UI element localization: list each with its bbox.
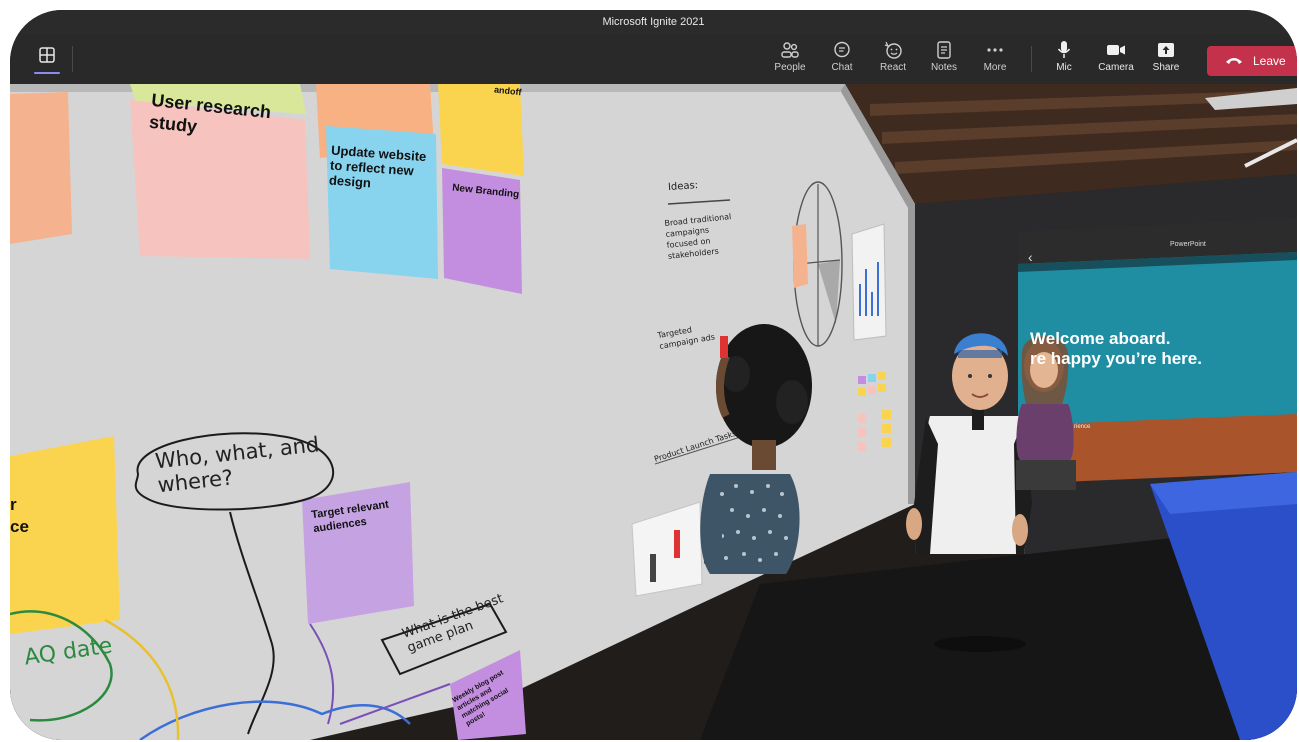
share-label: Share bbox=[1152, 62, 1180, 73]
share-icon bbox=[1158, 43, 1174, 57]
camera-icon bbox=[1107, 45, 1125, 55]
avatar-white-shirt bbox=[924, 416, 1028, 554]
mesh-3d-scene: User research study Update website to re… bbox=[10, 84, 1297, 740]
sticky-note-yellow bbox=[438, 84, 524, 176]
meeting-toolbar: People Chat React Notes More Mic Camera bbox=[10, 34, 1297, 84]
marker-red bbox=[674, 530, 680, 558]
react-label: React bbox=[879, 62, 907, 73]
chat-icon bbox=[834, 41, 850, 58]
view-switcher-button[interactable] bbox=[34, 44, 60, 74]
leave-label: Leave bbox=[1253, 54, 1286, 68]
ppt-back-icon[interactable]: ‹ bbox=[1028, 250, 1042, 264]
avatar-hand-right bbox=[1012, 514, 1028, 546]
people-button[interactable]: People bbox=[767, 38, 813, 82]
more-label: More bbox=[983, 62, 1007, 73]
mic-label: Mic bbox=[1056, 62, 1072, 73]
ppt-slide-footer: rience bbox=[1074, 424, 1091, 430]
window-title: Microsoft Ignite 2021 bbox=[10, 10, 1297, 34]
teams-mesh-window: Microsoft Ignite 2021 People Chat React … bbox=[10, 10, 1297, 740]
more-button[interactable]: More bbox=[972, 38, 1018, 82]
pie-sticky bbox=[792, 224, 808, 288]
mic-button[interactable]: Mic bbox=[1041, 38, 1087, 82]
react-button[interactable]: React bbox=[870, 38, 916, 82]
scene-graphics bbox=[10, 84, 1297, 740]
ppt-slide-line-2: re happy you’re here. bbox=[1030, 349, 1202, 368]
notes-button[interactable]: Notes bbox=[921, 38, 967, 82]
avatar-hand-left bbox=[906, 508, 922, 540]
people-label: People bbox=[774, 62, 806, 73]
more-icon bbox=[987, 48, 1003, 52]
hang-up-icon bbox=[1226, 58, 1242, 64]
toolbar-divider bbox=[72, 46, 73, 72]
sticky-note-orange bbox=[10, 92, 72, 244]
note-audience[interactable]: r ce bbox=[10, 494, 40, 538]
ppt-slide-line-1: Welcome aboard. bbox=[1030, 329, 1171, 348]
notes-icon bbox=[937, 41, 951, 59]
camera-button[interactable]: Camera bbox=[1093, 38, 1139, 82]
note-update-website[interactable]: Update website to reflect new design bbox=[329, 143, 432, 195]
leave-button[interactable]: Leave bbox=[1207, 46, 1297, 76]
chat-button[interactable]: Chat bbox=[819, 38, 865, 82]
handwriting-idea-1: Broad traditional campaigns focused on s… bbox=[664, 212, 732, 261]
toolbar-divider bbox=[1031, 46, 1032, 72]
avatar-purple-top bbox=[1016, 404, 1074, 460]
avatar-neck bbox=[752, 440, 776, 470]
share-button[interactable]: Share bbox=[1143, 38, 1189, 82]
marker-black bbox=[650, 554, 656, 582]
chat-label: Chat bbox=[831, 62, 853, 73]
camera-label: Camera bbox=[1098, 62, 1134, 73]
react-icon bbox=[884, 41, 902, 59]
notes-label: Notes bbox=[930, 62, 958, 73]
people-icon bbox=[781, 42, 799, 58]
active-indicator bbox=[34, 72, 60, 74]
mic-icon bbox=[1057, 41, 1071, 58]
ppt-app-title: PowerPoint bbox=[1170, 241, 1206, 248]
bar-chart-card bbox=[851, 223, 887, 341]
grid-icon bbox=[39, 47, 55, 63]
